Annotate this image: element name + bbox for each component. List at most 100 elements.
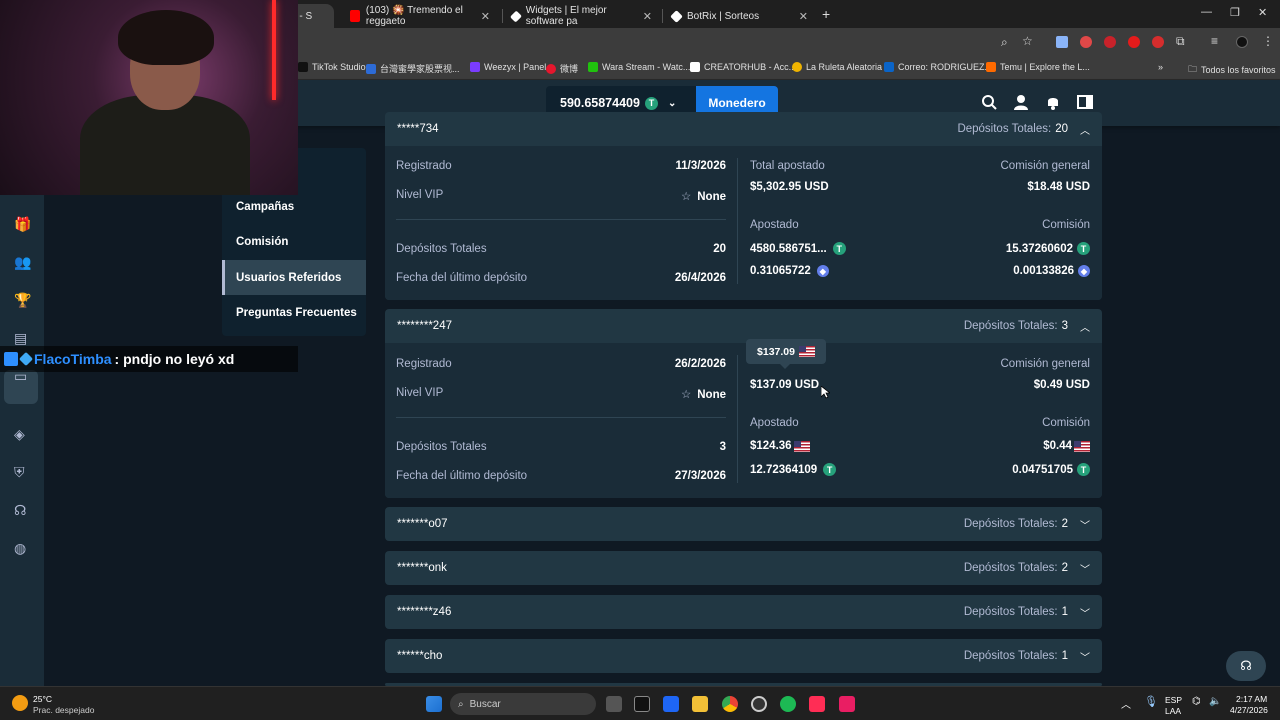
media-icon[interactable]: ≡ [1211, 34, 1218, 48]
bookmark[interactable]: La Ruleta Aleatoria [792, 62, 882, 72]
referral-card-header[interactable]: ********z46 Depósitos Totales: 1 ﹀ [385, 595, 1102, 629]
tab-widgets[interactable]: Widgets | El mejor software pa ✕ [502, 4, 662, 28]
puzzle-icon[interactable]: ⧉ [1176, 34, 1185, 49]
total-wagered-value[interactable]: $137.09 USD [750, 379, 819, 391]
mic-icon[interactable]: 🎙 [1144, 695, 1158, 708]
spotify-icon[interactable] [780, 696, 796, 712]
trophy-icon[interactable]: 🏆 [14, 292, 31, 309]
app-icon[interactable] [839, 696, 855, 712]
close-icon[interactable]: ✕ [643, 10, 652, 23]
search-placeholder: Buscar [469, 698, 501, 710]
profile-avatar[interactable] [1236, 36, 1248, 48]
close-window-icon[interactable]: ✕ [1258, 6, 1267, 19]
new-tab-button[interactable]: + [822, 6, 830, 22]
balance-amount: 590.65874409 [560, 96, 640, 110]
gift-icon[interactable]: 🎁 [14, 216, 31, 233]
chevron-down-icon[interactable]: ﹀ [1080, 517, 1090, 532]
extension-icon[interactable] [1104, 36, 1116, 48]
bookmark[interactable]: 微博 [546, 62, 578, 75]
submenu-item-referred-users[interactable]: Usuarios Referidos [222, 260, 366, 295]
amount-tooltip: $137.09 [746, 339, 826, 369]
referral-card-header[interactable]: ********247 Depósitos Totales: 3 ︿ [385, 309, 1102, 343]
folder-icon[interactable] [692, 696, 708, 712]
restore-icon[interactable]: ❐ [1230, 6, 1240, 19]
referral-username: ******cho [397, 650, 443, 662]
extension-icon[interactable] [1080, 36, 1092, 48]
bookmark[interactable]: Weezyx | Panel [470, 62, 546, 72]
network-icon[interactable]: ⌬ [1192, 696, 1201, 707]
close-icon[interactable]: ✕ [481, 10, 490, 23]
referral-card[interactable]: ******cho Depósitos Totales: 1 ﹀ [385, 639, 1102, 673]
globe-icon[interactable]: ◍ [14, 540, 26, 557]
referral-card[interactable]: *******o07 Depósitos Totales: 2 ﹀ [385, 507, 1102, 541]
registered-value: 26/2/2026 [674, 358, 726, 370]
chevron-down-icon[interactable]: ﹀ [1080, 561, 1090, 576]
referral-icon[interactable]: 👥 [14, 254, 31, 271]
more-bookmarks[interactable]: » [1158, 62, 1163, 72]
layout-code[interactable]: LAA [1165, 706, 1181, 716]
tab-youtube[interactable]: (103) 🎇 Tremendo el reggaeto ✕ [340, 4, 500, 28]
document-icon[interactable]: ▤ [14, 330, 27, 347]
chevron-down-icon[interactable]: ﹀ [1080, 649, 1090, 664]
menu-icon[interactable]: ⋮ [1262, 34, 1274, 48]
chevron-up-icon[interactable]: ︿ [1121, 696, 1131, 711]
star-icon[interactable]: ☆ [1022, 34, 1033, 48]
shield-icon[interactable]: ⛨ [14, 464, 25, 481]
app-icon[interactable] [634, 696, 650, 712]
star-icon: ☆ [680, 389, 692, 401]
extension-icon[interactable] [1128, 36, 1140, 48]
tether-icon: T [832, 242, 846, 255]
extension-icon[interactable] [1152, 36, 1164, 48]
tiktok-icon[interactable] [809, 696, 825, 712]
handshake-icon[interactable]: ◈ [14, 426, 25, 443]
close-icon[interactable]: ✕ [799, 10, 808, 23]
bookmark[interactable]: Correo: RODRIGUEZ... [884, 62, 992, 72]
clock-time[interactable]: 2:17 AM [1236, 694, 1267, 704]
chevron-up-icon[interactable]: ︿ [1080, 122, 1090, 137]
volume-icon[interactable]: 🔈 [1209, 696, 1221, 707]
referral-card: *****734 Depósitos Totales: 20 ︿ Registra… [385, 112, 1102, 300]
windows-start-icon[interactable] [426, 696, 442, 712]
us-flag-icon [793, 440, 810, 452]
zoom-icon[interactable]: ⌕ [1001, 35, 1008, 50]
referral-card-header[interactable]: *******onk Depósitos Totales: 2 ﹀ [385, 551, 1102, 585]
app-icon[interactable] [663, 696, 679, 712]
referral-card[interactable]: *******onk Depósitos Totales: 2 ﹀ [385, 551, 1102, 585]
referral-card-header[interactable]: ******cho Depósitos Totales: 1 ﹀ [385, 639, 1102, 673]
chevron-up-icon[interactable]: ︿ [1080, 319, 1090, 334]
bell-icon[interactable] [1045, 94, 1061, 110]
bookmark[interactable]: Wara Stream - Watc... [588, 62, 690, 72]
bookmark[interactable]: Temu | Explore the L... [986, 62, 1090, 72]
search-icon[interactable] [981, 94, 997, 110]
user-icon[interactable] [1013, 94, 1029, 110]
extension-icon[interactable] [1056, 36, 1068, 48]
task-view-icon[interactable] [606, 696, 622, 712]
bookmark[interactable]: 台灣蜜學家股票视... [366, 62, 460, 75]
vip-value: ☆ None [680, 389, 726, 401]
us-flag-icon [798, 346, 815, 357]
deposits-summary: Depósitos Totales: 20 [957, 123, 1068, 135]
chrome-icon[interactable] [722, 696, 738, 712]
wagered-eth: 0.31065722 ◆ [750, 265, 829, 277]
chevron-down-icon[interactable]: ⌄ [668, 98, 676, 109]
headset-icon[interactable]: ☊ [14, 502, 26, 519]
clock-date[interactable]: 4/27/2026 [1230, 705, 1268, 715]
app-icon[interactable] [751, 696, 767, 712]
minimize-icon[interactable]: — [1201, 6, 1212, 18]
chevron-down-icon[interactable]: ﹀ [1080, 605, 1090, 620]
referral-card[interactable]: ********z46 Depósitos Totales: 1 ﹀ [385, 595, 1102, 629]
referral-card-header[interactable]: *****734 Depósitos Totales: 20 ︿ [385, 112, 1102, 146]
general-commission-value: $18.48 USD [1027, 181, 1090, 193]
tab-botrix[interactable]: BotRix | Sorteos ✕ [662, 4, 818, 28]
language-code[interactable]: ESP [1165, 695, 1182, 705]
submenu-item-commission[interactable]: Comisión [222, 224, 366, 259]
taskbar-search[interactable]: ⌕ Buscar [450, 693, 596, 715]
live-support-button[interactable]: ☊ [1226, 651, 1266, 681]
referral-card-header[interactable]: *******o07 Depósitos Totales: 2 ﹀ [385, 507, 1102, 541]
favorites-folder[interactable]: 🗀 Todos los favoritos [1188, 62, 1276, 78]
bookmark[interactable]: TikTok Studio [298, 62, 366, 72]
bookmark[interactable]: CREATORHUB - Acc... [690, 62, 796, 72]
weather-icon[interactable] [12, 695, 28, 711]
submenu-item-faq[interactable]: Preguntas Frecuentes [222, 295, 366, 330]
sidebar-toggle-icon[interactable] [1077, 94, 1093, 110]
